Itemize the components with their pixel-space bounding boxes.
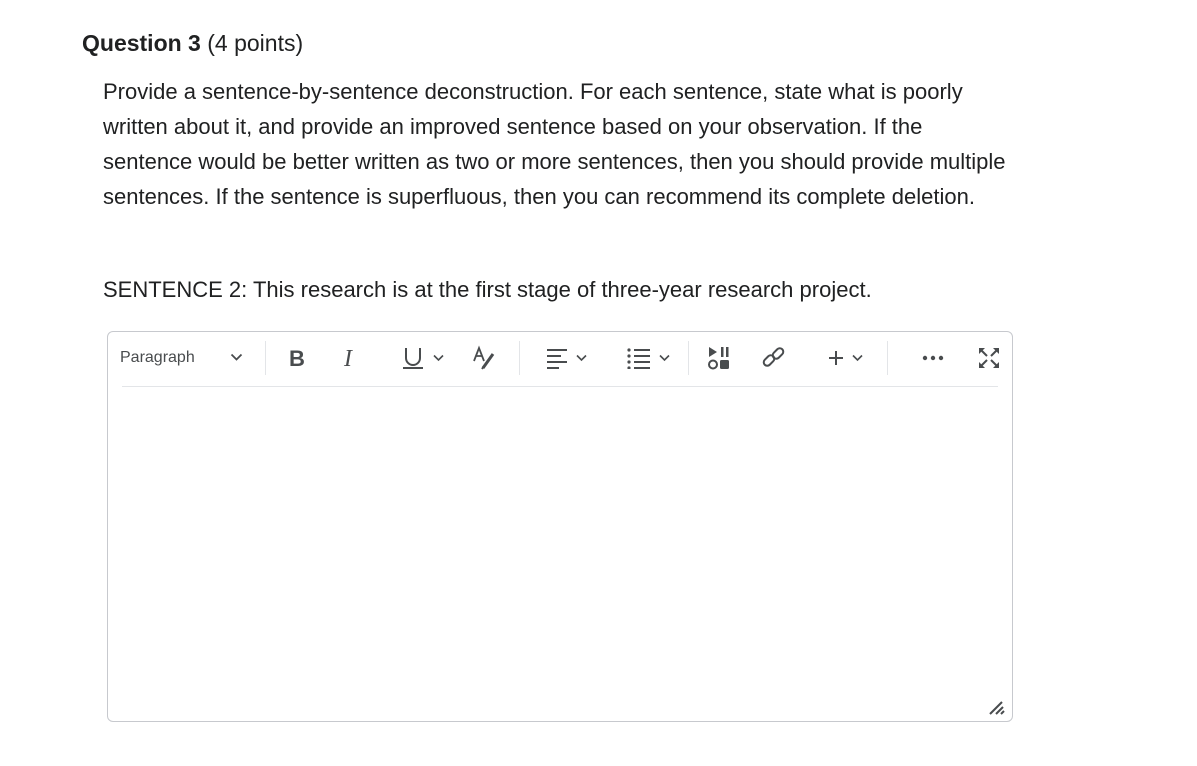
svg-text:B: B [289,347,305,369]
list-button[interactable] [620,340,676,376]
toolbar-separator [887,341,888,375]
insert-plus-icon [827,349,845,367]
format-select-label: Paragraph [120,349,195,366]
format-select[interactable]: Paragraph [120,340,250,376]
toolbar-separator [688,341,689,375]
text-color-icon [471,345,497,371]
more-icon [921,354,945,362]
link-icon [761,345,787,371]
align-icon [545,347,569,369]
chevron-down-icon [576,354,587,362]
editor-content-area[interactable] [122,388,998,715]
insert-plus-button[interactable] [820,340,870,376]
bold-button[interactable]: B [284,340,312,376]
chevron-down-icon [433,354,444,362]
question-header: Question 3 (4 points) [82,28,303,58]
underline-icon [400,345,426,371]
link-button[interactable] [758,340,790,376]
fullscreen-button[interactable] [973,340,1005,376]
resize-handle-icon[interactable] [986,698,1006,716]
chevron-down-icon [852,354,863,362]
more-button[interactable] [918,340,948,376]
sentence-to-analyze: SENTENCE 2: This research is at the firs… [103,277,872,302]
bold-icon: B [288,347,308,369]
toolbar-separator [519,341,520,375]
question-title: Question 3 [82,30,201,56]
chevron-down-icon [230,353,243,362]
italic-icon: I [342,347,358,369]
toolbar-divider [122,386,998,387]
align-button[interactable] [538,340,594,376]
editor-toolbar: Paragraph B I [108,332,1012,386]
insert-media-icon [706,345,732,371]
list-icon [626,347,652,369]
underline-button[interactable] [394,340,450,376]
question-points: (4 points) [207,30,304,56]
chevron-down-icon [659,354,670,362]
toolbar-separator [265,341,266,375]
question-prompt: Provide a sentence-by-sentence deconstru… [103,79,1006,209]
svg-text:I: I [343,347,353,369]
text-color-button[interactable] [468,340,500,376]
fullscreen-icon [977,346,1001,370]
rich-text-editor: Paragraph B I [107,331,1013,722]
insert-media-button[interactable] [704,340,734,376]
italic-button[interactable]: I [338,340,362,376]
